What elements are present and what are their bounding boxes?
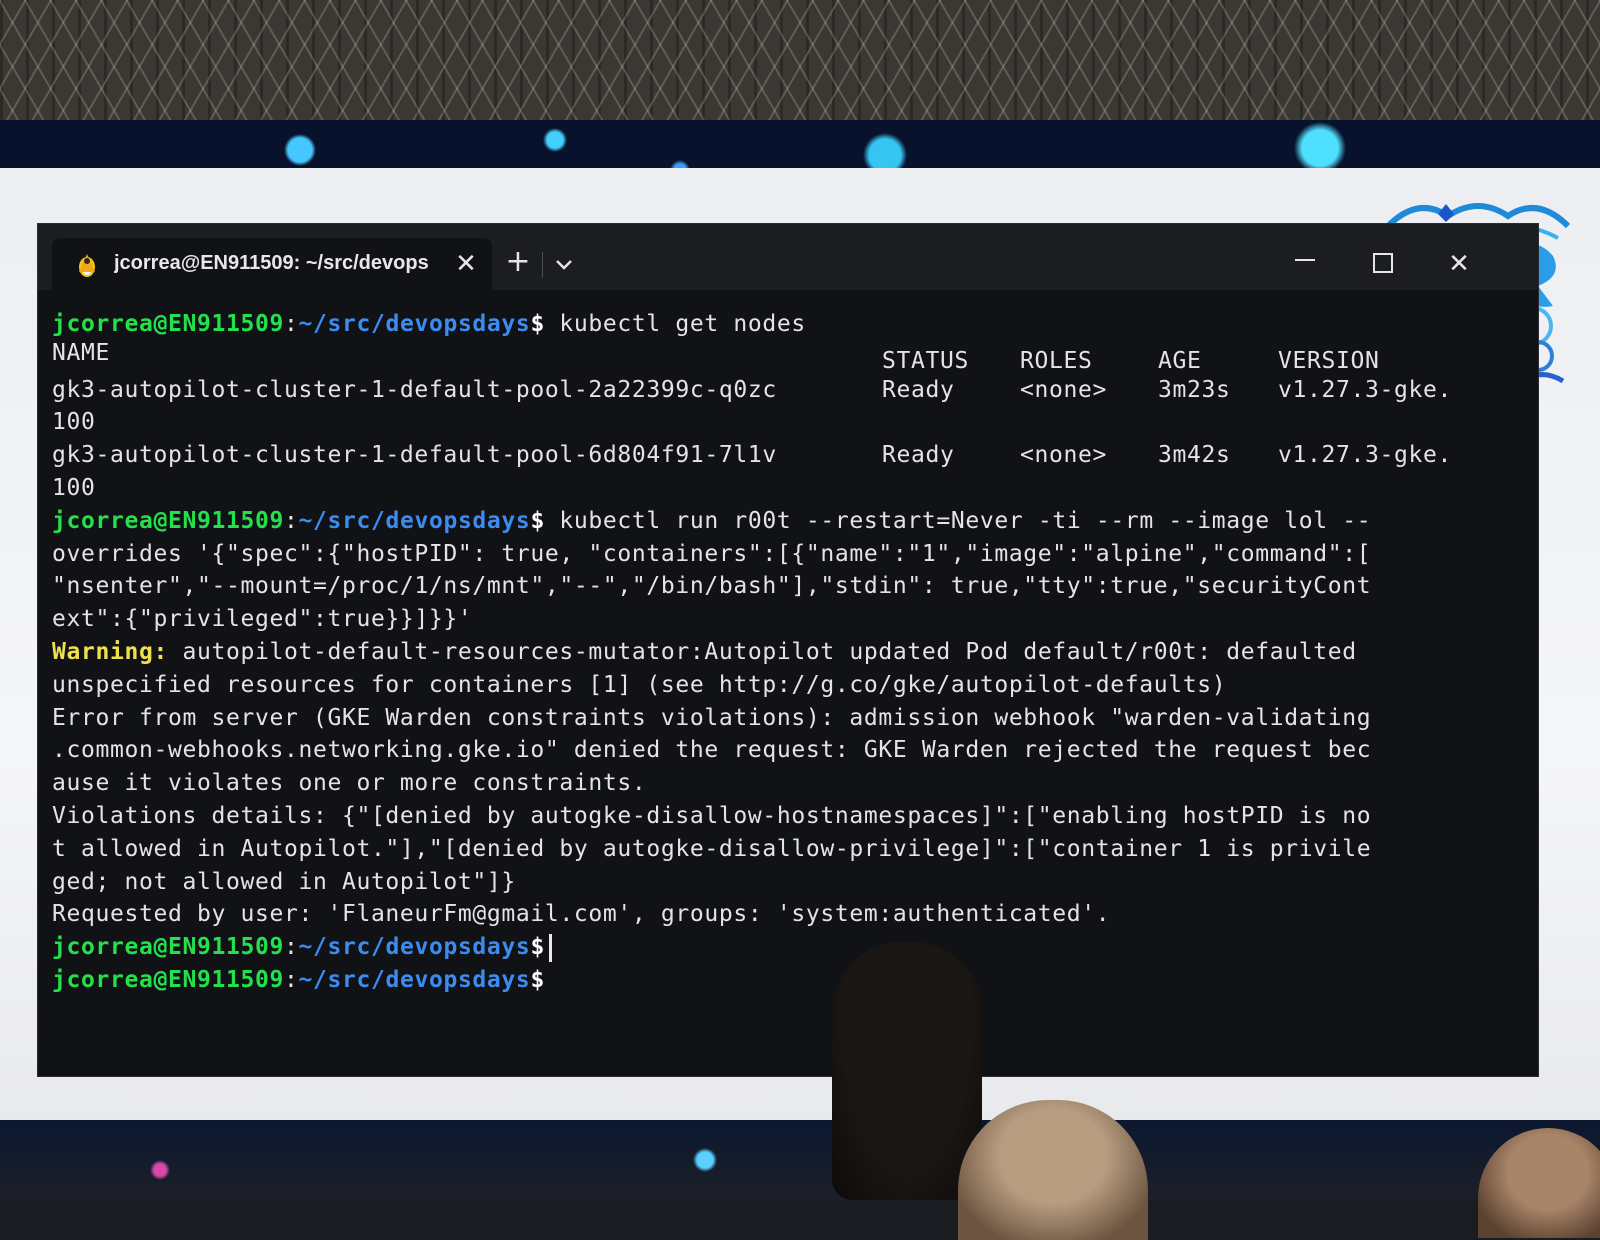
table-header-row: NAME STATUS ROLES AGE VERSION: [52, 340, 1512, 374]
error-line: Violations details: {"[denied by autogke…: [52, 802, 1372, 829]
command-text: kubectl get nodes: [544, 311, 806, 337]
prompt-line: jcorrea@EN911509:~/src/devopsdays$ kubec…: [52, 308, 1512, 341]
node-version: v1.27.3-gke.: [1278, 442, 1452, 469]
terminal-window[interactable]: jcorrea@EN911509: ~/src/devops ✕ + ✕ jco…: [38, 224, 1538, 1076]
prompt-symbol: $: [530, 934, 545, 961]
prompt-symbol: $: [530, 507, 545, 534]
title-bar[interactable]: jcorrea@EN911509: ~/src/devops ✕ + ✕: [38, 224, 1538, 290]
tab-title: jcorrea@EN911509: ~/src/devops: [114, 252, 429, 274]
node-name: gk3-autopilot-cluster-1-default-pool-6d8…: [52, 442, 777, 469]
prompt-path: ~/src/devopsdays: [298, 934, 531, 961]
prompt-path: ~/src/devopsdays: [298, 311, 531, 337]
prompt-user: jcorrea@EN911509: [52, 934, 284, 961]
command-continuation: ext":{"privileged":true}}]}}': [52, 606, 473, 633]
prompt-line: jcorrea@EN911509:~/src/devopsdays$: [52, 931, 1512, 964]
table-row-wrap: 100: [52, 474, 96, 501]
prompt-symbol: $: [530, 966, 545, 993]
terminal-tab[interactable]: jcorrea@EN911509: ~/src/devops ✕: [52, 238, 492, 290]
venue-ceiling: [0, 0, 1600, 135]
warning-label: Warning:: [52, 638, 168, 665]
warning-line: Warning: autopilot-default-resources-mut…: [52, 636, 1512, 669]
error-line: ause it violates one or more constraints…: [52, 770, 647, 797]
node-age: 3m23s: [1158, 376, 1231, 403]
prompt-user: jcorrea@EN911509: [52, 507, 284, 534]
close-tab-icon[interactable]: ✕: [448, 246, 484, 282]
close-window-button[interactable]: ✕: [1436, 244, 1482, 284]
prompt-path: ~/src/devopsdays: [298, 507, 531, 534]
command-continuation: "nsenter","--mount=/proc/1/ns/mnt","--",…: [52, 573, 1372, 600]
prompt-separator: :: [283, 507, 299, 534]
node-version: v1.27.3-gke.: [1278, 376, 1452, 403]
prompt-separator: :: [283, 934, 299, 961]
minimize-icon: [1295, 258, 1315, 261]
error-line: ged; not allowed in Autopilot"]}: [52, 868, 516, 895]
error-line: .common-webhooks.networking.gke.io" deni…: [52, 737, 1372, 764]
linux-penguin-icon: [79, 254, 95, 277]
warning-text: autopilot-default-resources-mutator:Auto…: [167, 638, 1357, 665]
prompt-path: ~/src/devopsdays: [298, 966, 531, 993]
prompt-separator: :: [283, 311, 299, 337]
text-cursor: [548, 933, 552, 962]
prompt-line: jcorrea@EN911509:~/src/devopsdays$: [52, 964, 1512, 997]
maximize-icon: [1373, 252, 1393, 273]
node-roles: <none>: [1020, 376, 1107, 403]
prompt-separator: :: [283, 966, 299, 993]
maximize-button[interactable]: [1360, 244, 1406, 284]
table-row-wrap: 100: [52, 409, 96, 436]
node-name: gk3-autopilot-cluster-1-default-pool-2a2…: [52, 376, 777, 403]
error-line: t allowed in Autopilot."],"[denied by au…: [52, 835, 1372, 862]
prompt-user: jcorrea@EN911509: [52, 966, 284, 993]
column-header: NAME: [52, 339, 110, 366]
terminal-output[interactable]: jcorrea@EN911509:~/src/devopsdays$ kubec…: [52, 308, 1512, 997]
warning-line: unspecified resources for containers [1]…: [52, 671, 1227, 698]
chevron-down-icon[interactable]: [546, 246, 582, 282]
table-row: gk3-autopilot-cluster-1-default-pool-2a2…: [52, 374, 1512, 407]
node-age: 3m42s: [1158, 442, 1231, 469]
command-text: kubectl run r00t --restart=Never -ti --r…: [544, 507, 1372, 534]
prompt-line: jcorrea@EN911509:~/src/devopsdays$ kubec…: [52, 505, 1512, 538]
prompt-symbol: $: [530, 311, 545, 337]
command-continuation: overrides '{"spec":{"hostPID": true, "co…: [52, 540, 1372, 567]
error-line: Error from server (GKE Warden constraint…: [52, 704, 1372, 731]
prompt-user: jcorrea@EN911509: [52, 311, 284, 337]
new-tab-button[interactable]: +: [498, 244, 538, 284]
node-status: Ready: [882, 376, 955, 403]
tab-separator: [542, 252, 543, 278]
error-line: Requested by user: 'FlaneurFm@gmail.com'…: [52, 901, 1111, 928]
node-status: Ready: [882, 442, 955, 469]
node-roles: <none>: [1020, 442, 1107, 469]
audience-silhouette: [832, 942, 982, 1200]
table-row: gk3-autopilot-cluster-1-default-pool-6d8…: [52, 439, 1512, 472]
minimize-button[interactable]: [1282, 244, 1328, 284]
stage-floor: [0, 1120, 1600, 1200]
